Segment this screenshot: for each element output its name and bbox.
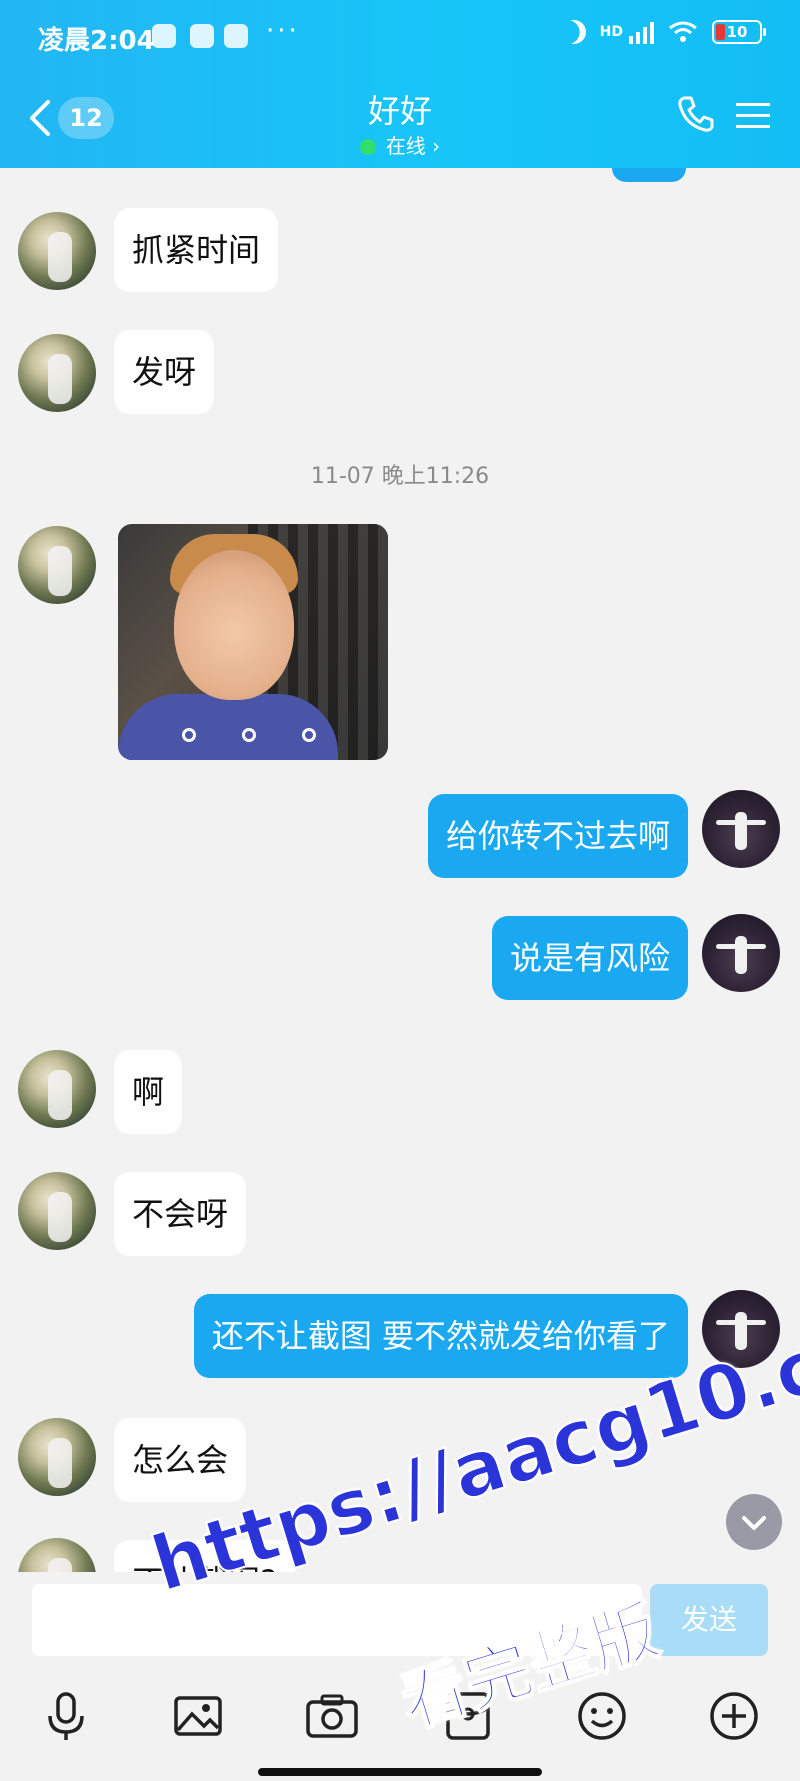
- my-avatar[interactable]: [702, 914, 780, 992]
- photo-icon[interactable]: [170, 1688, 226, 1744]
- more-notifications-icon: ···: [266, 16, 300, 46]
- home-indicator[interactable]: [258, 1768, 542, 1776]
- image-message[interactable]: [118, 524, 388, 760]
- message-bubble[interactable]: 不会呀: [114, 1172, 247, 1256]
- friend-avatar[interactable]: [18, 1172, 96, 1250]
- chevron-down-icon: [742, 1516, 766, 1530]
- friend-avatar[interactable]: [18, 1538, 96, 1572]
- phone-icon[interactable]: [676, 94, 716, 134]
- nav-bar: 12 好好 在线 ›: [0, 80, 800, 168]
- message-bubble[interactable]: 抓紧时间: [114, 208, 279, 292]
- menu-icon[interactable]: [736, 102, 770, 130]
- friend-avatar[interactable]: [18, 334, 96, 412]
- friend-avatar[interactable]: [18, 526, 96, 604]
- camera-icon[interactable]: [304, 1688, 360, 1744]
- message-bubble[interactable]: 怎么会: [114, 1418, 247, 1502]
- emoji-icon[interactable]: [574, 1688, 630, 1744]
- friend-avatar[interactable]: [18, 212, 96, 290]
- notification-icon: [190, 24, 214, 48]
- message-bubble[interactable]: 还不让截图 要不然就发给你看了: [193, 1294, 688, 1378]
- notification-icon: [152, 24, 176, 48]
- send-button[interactable]: 发送: [650, 1584, 768, 1656]
- status-bar: 凌晨2:04 ··· HD 10: [0, 0, 800, 74]
- online-dot-icon: [359, 139, 376, 155]
- do-not-disturb-icon: [558, 17, 589, 48]
- chat-header: 凌晨2:04 ··· HD 10 12 好好 在线 ›: [0, 0, 800, 168]
- my-avatar[interactable]: [702, 790, 780, 868]
- message-bubble[interactable]: 发呀: [114, 330, 215, 414]
- message-bubble[interactable]: 给你转不过去啊: [427, 794, 688, 878]
- plus-icon[interactable]: [706, 1688, 762, 1744]
- battery-icon: 10: [712, 20, 766, 44]
- scroll-to-bottom-button[interactable]: [726, 1494, 782, 1550]
- message-timestamp: 11-07 晚上11:26: [310, 464, 490, 489]
- mic-icon[interactable]: [38, 1688, 94, 1744]
- message-bubble[interactable]: 说是有风险: [491, 916, 688, 1000]
- friend-avatar[interactable]: [18, 1418, 96, 1496]
- notification-icon: [224, 24, 248, 48]
- signal-icon: [629, 20, 654, 44]
- previous-message-edge: [612, 168, 686, 182]
- online-status[interactable]: 在线 ›: [0, 130, 800, 159]
- wifi-icon: [669, 21, 697, 42]
- message-bubble[interactable]: 啊: [114, 1050, 183, 1134]
- hd-label: HD: [599, 24, 623, 40]
- clock: 凌晨2:04: [38, 26, 155, 56]
- friend-avatar[interactable]: [18, 1050, 96, 1128]
